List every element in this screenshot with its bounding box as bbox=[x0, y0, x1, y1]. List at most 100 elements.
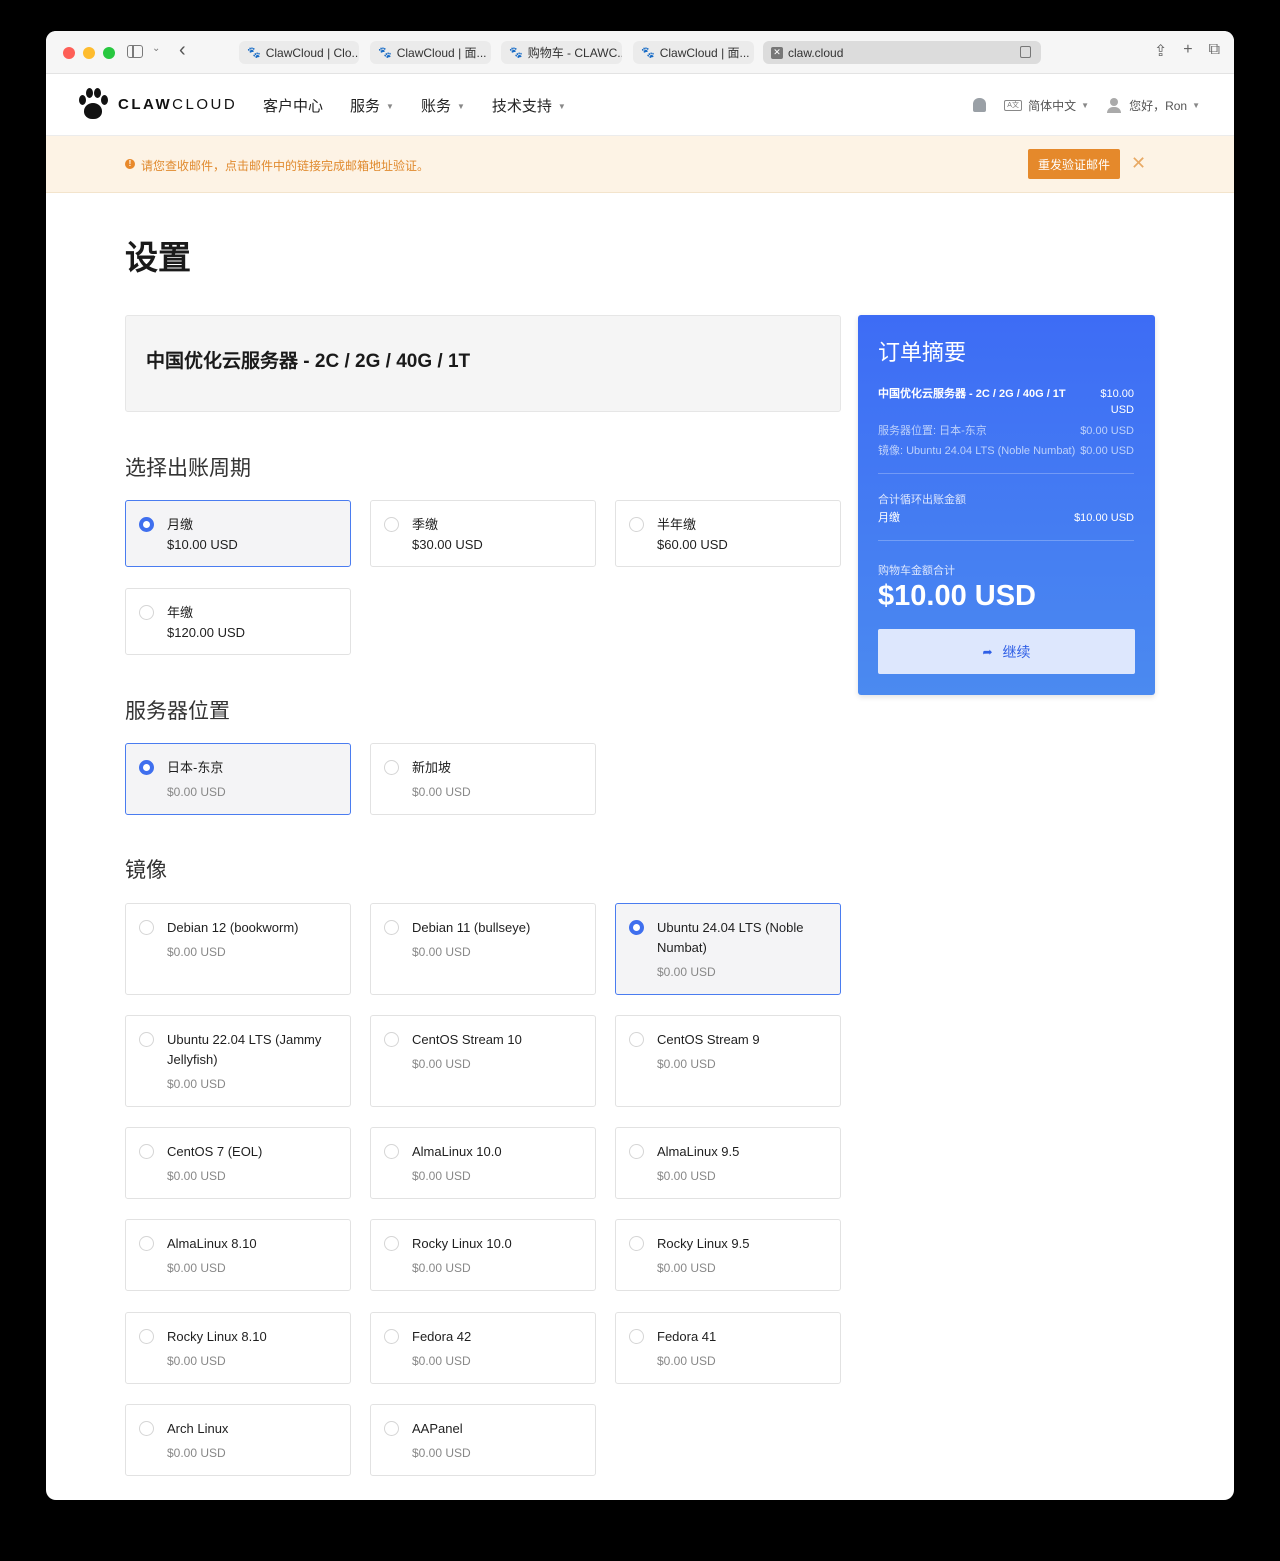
option-label: AAPanel bbox=[412, 1421, 463, 1436]
option-price: $0.00 USD bbox=[657, 965, 716, 979]
option-label: Rocky Linux 10.0 bbox=[412, 1236, 512, 1251]
option-label: Debian 12 (bookworm) bbox=[167, 920, 299, 935]
radio-button[interactable] bbox=[139, 920, 154, 935]
option-label: Rocky Linux 9.5 bbox=[657, 1236, 750, 1251]
nav-item-client-center[interactable]: 客户中心 bbox=[263, 95, 323, 116]
option-label: 半年缴 bbox=[657, 517, 697, 532]
radio-button[interactable] bbox=[139, 1144, 154, 1159]
browser-tab[interactable]: 🐾 购物车 - CLAWC... bbox=[501, 41, 622, 64]
billing-option-quarterly[interactable]: 季缴 $30.00 USD bbox=[370, 500, 596, 567]
total-amount: $10.00 USD bbox=[878, 580, 1036, 612]
nav-item-services[interactable]: 服务 ▼ bbox=[350, 95, 394, 116]
summary-product-price: $10.00 USD bbox=[1100, 388, 1134, 416]
browser-tab[interactable]: 🐾 ClawCloud | Clo... bbox=[239, 41, 359, 64]
share-icon[interactable]: ⇪ bbox=[1154, 41, 1167, 61]
image-option[interactable]: AlmaLinux 9.5 $0.00 USD bbox=[615, 1127, 841, 1199]
radio-button[interactable] bbox=[629, 1032, 644, 1047]
radio-button[interactable] bbox=[384, 1144, 399, 1159]
radio-button[interactable] bbox=[384, 920, 399, 935]
radio-button[interactable] bbox=[139, 1421, 154, 1436]
location-option-tokyo[interactable]: 日本-东京 $0.00 USD bbox=[125, 743, 351, 815]
user-menu[interactable]: 您好，Ron ▼ bbox=[1107, 97, 1200, 114]
billing-option-monthly[interactable]: 月缴 $10.00 USD bbox=[125, 500, 351, 567]
new-tab-icon[interactable]: + bbox=[1183, 41, 1192, 61]
radio-button[interactable] bbox=[139, 1329, 154, 1344]
radio-button[interactable] bbox=[139, 605, 154, 620]
user-greeting: 您好，Ron bbox=[1129, 98, 1188, 113]
radio-button[interactable] bbox=[629, 1329, 644, 1344]
option-label: CentOS Stream 9 bbox=[657, 1032, 760, 1047]
image-option[interactable]: Rocky Linux 8.10 $0.00 USD bbox=[125, 1312, 351, 1384]
image-option[interactable]: Ubuntu 22.04 LTS (Jammy Jellyfish) $0.00… bbox=[125, 1015, 351, 1107]
language-selector[interactable]: A文 简体中文 ▼ bbox=[1004, 97, 1089, 114]
reader-icon[interactable] bbox=[1020, 46, 1031, 58]
option-label: Ubuntu 22.04 LTS (Jammy Jellyfish) bbox=[167, 1032, 322, 1067]
recurring-price: $10.00 USD bbox=[1074, 512, 1134, 524]
radio-button[interactable] bbox=[384, 517, 399, 532]
browser-tab[interactable]: 🐾 ClawCloud | 面... bbox=[633, 41, 754, 64]
close-window-button[interactable] bbox=[63, 47, 75, 59]
option-price: $0.00 USD bbox=[167, 1446, 226, 1460]
browser-tab[interactable]: 🐾 ClawCloud | 面... bbox=[370, 41, 491, 64]
image-option[interactable]: CentOS 7 (EOL) $0.00 USD bbox=[125, 1127, 351, 1199]
total-label: 购物车金额合计 bbox=[878, 565, 955, 577]
image-option[interactable]: AAPanel $0.00 USD bbox=[370, 1404, 596, 1476]
nav-item-billing[interactable]: 账务 ▼ bbox=[421, 95, 465, 116]
verify-email-alert: ! 请您查收邮件，点击邮件中的链接完成邮箱地址验证。 重发验证邮件 ✕ bbox=[46, 136, 1234, 193]
image-option[interactable]: CentOS Stream 9 $0.00 USD bbox=[615, 1015, 841, 1107]
tab-overview-icon[interactable]: ⧉ bbox=[1209, 41, 1220, 61]
radio-button[interactable] bbox=[139, 1032, 154, 1047]
browser-window: ⌄ ‹ 🐾 ClawCloud | Clo... 🐾 ClawCloud | 面… bbox=[46, 31, 1234, 1500]
resend-verification-button[interactable]: 重发验证邮件 bbox=[1028, 149, 1120, 179]
continue-button[interactable]: ➦ 继续 bbox=[878, 629, 1135, 674]
page-title: 设置 bbox=[125, 239, 191, 276]
close-icon[interactable]: ✕ bbox=[1131, 153, 1146, 174]
image-option[interactable]: Arch Linux $0.00 USD bbox=[125, 1404, 351, 1476]
option-label: CentOS 7 (EOL) bbox=[167, 1144, 263, 1159]
image-option[interactable]: Rocky Linux 10.0 $0.00 USD bbox=[370, 1219, 596, 1291]
option-price: $0.00 USD bbox=[657, 1057, 716, 1071]
nav-item-support[interactable]: 技术支持 ▼ bbox=[492, 95, 566, 116]
radio-button[interactable] bbox=[384, 1236, 399, 1251]
option-price: $0.00 USD bbox=[412, 1057, 471, 1071]
image-option[interactable]: Fedora 41 $0.00 USD bbox=[615, 1312, 841, 1384]
radio-button[interactable] bbox=[629, 1236, 644, 1251]
radio-button[interactable] bbox=[384, 1329, 399, 1344]
tab-title: ClawCloud | 面... bbox=[396, 46, 487, 60]
logo[interactable]: CLAWCLOUD bbox=[78, 87, 237, 121]
back-arrow-icon[interactable]: ‹ bbox=[179, 39, 186, 62]
radio-button[interactable] bbox=[384, 1421, 399, 1436]
radio-button[interactable] bbox=[139, 517, 154, 532]
location-option-singapore[interactable]: 新加坡 $0.00 USD bbox=[370, 743, 596, 815]
image-option[interactable]: AlmaLinux 8.10 $0.00 USD bbox=[125, 1219, 351, 1291]
radio-button[interactable] bbox=[139, 760, 154, 775]
bell-icon[interactable] bbox=[973, 98, 987, 112]
radio-button[interactable] bbox=[629, 517, 644, 532]
image-option[interactable]: Ubuntu 24.04 LTS (Noble Numbat) $0.00 US… bbox=[615, 903, 841, 995]
radio-button[interactable] bbox=[629, 1144, 644, 1159]
sidebar-toggle-icon[interactable] bbox=[127, 45, 143, 58]
option-label: Fedora 42 bbox=[412, 1329, 472, 1344]
radio-button[interactable] bbox=[629, 920, 644, 935]
zoom-window-button[interactable] bbox=[103, 47, 115, 59]
image-option[interactable]: Debian 11 (bullseye) $0.00 USD bbox=[370, 903, 596, 995]
radio-button[interactable] bbox=[384, 760, 399, 775]
minimize-window-button[interactable] bbox=[83, 47, 95, 59]
option-price: $10.00 USD bbox=[167, 537, 238, 552]
option-label: Debian 11 (bullseye) bbox=[412, 920, 531, 935]
address-bar[interactable]: ✕ claw.cloud bbox=[763, 41, 1041, 64]
billing-option-semiannual[interactable]: 半年缴 $60.00 USD bbox=[615, 500, 841, 567]
image-option[interactable]: Rocky Linux 9.5 $0.00 USD bbox=[615, 1219, 841, 1291]
option-price: $0.00 USD bbox=[412, 1169, 471, 1183]
billing-option-annual[interactable]: 年缴 $120.00 USD bbox=[125, 588, 351, 655]
caret-down-icon: ▼ bbox=[456, 102, 465, 112]
image-option[interactable]: CentOS Stream 10 $0.00 USD bbox=[370, 1015, 596, 1107]
chevron-down-icon[interactable]: ⌄ bbox=[152, 43, 160, 54]
image-option[interactable]: Fedora 42 $0.00 USD bbox=[370, 1312, 596, 1384]
image-option[interactable]: AlmaLinux 10.0 $0.00 USD bbox=[370, 1127, 596, 1199]
image-option[interactable]: Debian 12 (bookworm) $0.00 USD bbox=[125, 903, 351, 995]
browser-toolbar: ⌄ ‹ 🐾 ClawCloud | Clo... 🐾 ClawCloud | 面… bbox=[46, 31, 1234, 74]
radio-button[interactable] bbox=[384, 1032, 399, 1047]
option-price: $0.00 USD bbox=[412, 785, 471, 799]
radio-button[interactable] bbox=[139, 1236, 154, 1251]
